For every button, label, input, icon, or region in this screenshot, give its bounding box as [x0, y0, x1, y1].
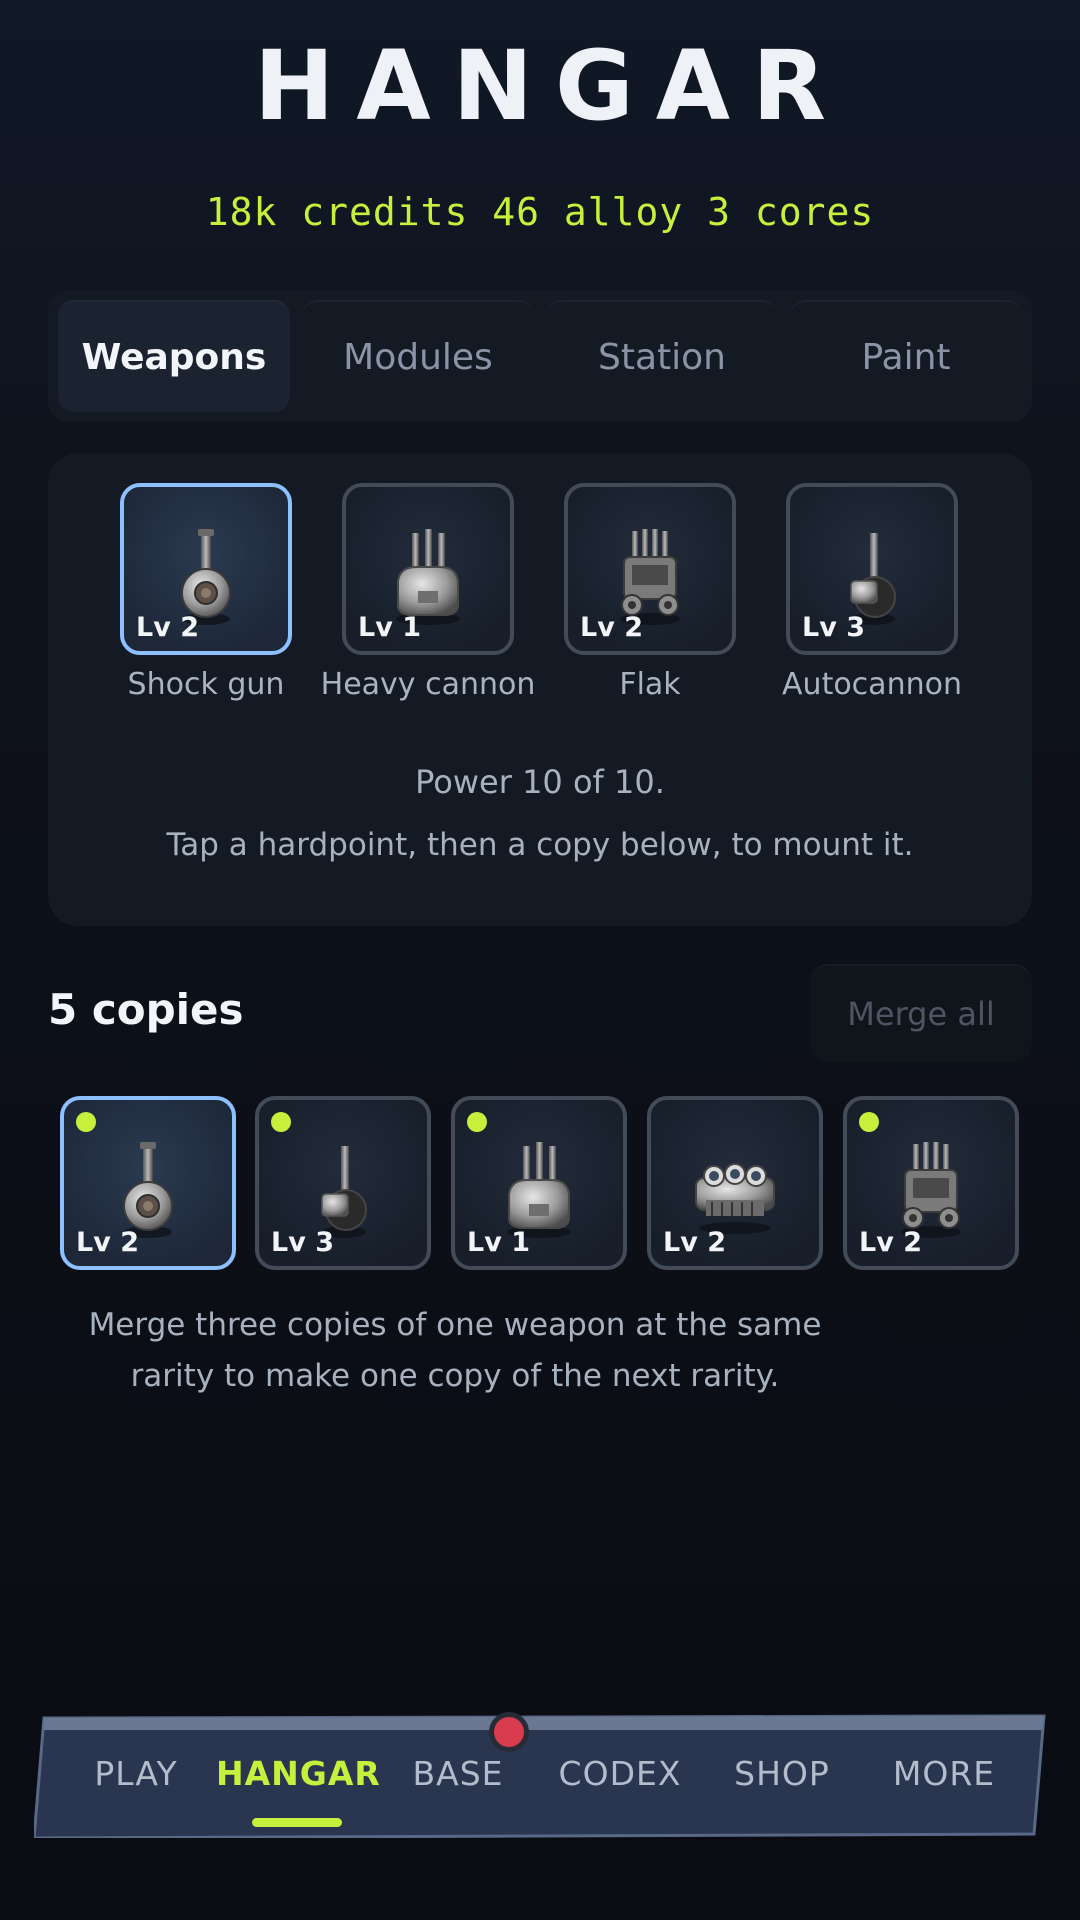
level-label: Lv 1 — [467, 1227, 530, 1258]
notification-badge — [489, 1712, 529, 1752]
mount-hint: Tap a hardpoint, then a copy below, to m… — [166, 827, 914, 863]
indicator-dot — [76, 1112, 96, 1132]
copy-card-heavy-cannon[interactable]: Lv 1 — [451, 1096, 627, 1270]
tab-weapons[interactable]: Weapons — [58, 300, 290, 412]
hardpoint-slot-shock-gun[interactable]: Lv 2 — [120, 483, 292, 655]
loadout-panel: Lv 2 Shock gun Lv 1 Heavy cannon Lv 2 Fl… — [48, 453, 1032, 926]
level-label: Lv 2 — [663, 1227, 726, 1258]
nav-base[interactable]: BASE — [378, 1754, 538, 1793]
page-title: HANGAR — [254, 30, 848, 142]
hardpoint-slot-autocannon[interactable]: Lv 3 — [786, 483, 958, 655]
nav-active-indicator — [252, 1818, 342, 1827]
indicator-dot — [271, 1112, 291, 1132]
autocannon-icon — [321, 1146, 367, 1238]
hardpoint-name: Flak — [619, 667, 681, 702]
power-status: Power 10 of 10. — [415, 763, 665, 801]
hardpoint-slot-flak[interactable]: Lv 2 — [564, 483, 736, 655]
level-label: Lv 2 — [136, 612, 199, 643]
copy-card-autocannon[interactable]: Lv 3 — [255, 1096, 431, 1270]
nav-shop[interactable]: SHOP — [702, 1754, 862, 1793]
shock-gun-icon — [123, 1142, 173, 1238]
tab-station[interactable]: Station — [546, 300, 778, 412]
tab-paint[interactable]: Paint — [790, 300, 1022, 412]
level-label: Lv 2 — [580, 612, 643, 643]
copies-count: 5 copies — [48, 985, 244, 1034]
nav-more[interactable]: MORE — [864, 1754, 1024, 1793]
nav-codex[interactable]: CODEX — [540, 1754, 700, 1793]
merge-info-text: Merge three copies of one weapon at the … — [88, 1307, 822, 1394]
indicator-dot — [859, 1112, 879, 1132]
copy-card-shock-gun[interactable]: Lv 2 — [60, 1096, 236, 1270]
missile-pod-icon — [695, 1163, 775, 1234]
bottom-nav: PLAY HANGAR BASE CODEX SHOP MORE — [34, 1712, 1046, 1838]
level-label: Lv 2 — [76, 1227, 139, 1258]
flak-icon — [901, 1142, 961, 1238]
level-label: Lv 3 — [802, 612, 865, 643]
resource-counter: 18k credits 46 alloy 3 cores — [205, 190, 875, 234]
nav-hangar[interactable]: HANGAR — [216, 1754, 380, 1793]
level-label: Lv 1 — [358, 612, 421, 643]
hardpoint-name: Shock gun — [127, 667, 285, 702]
copy-card-flak[interactable]: Lv 2 — [843, 1096, 1019, 1270]
hardpoint-name: Autocannon — [782, 667, 962, 702]
level-label: Lv 3 — [271, 1227, 334, 1258]
level-label: Lv 2 — [859, 1227, 922, 1258]
nav-play[interactable]: PLAY — [56, 1754, 216, 1793]
copy-card-missile-pod[interactable]: Lv 2 — [647, 1096, 823, 1270]
indicator-dot — [467, 1112, 487, 1132]
hardpoint-slot-heavy-cannon[interactable]: Lv 1 — [342, 483, 514, 655]
tab-modules[interactable]: Modules — [302, 300, 534, 412]
merge-all-button[interactable]: Merge all — [810, 964, 1032, 1062]
category-tabs: Weapons Modules Station Paint — [48, 290, 1032, 422]
heavy-cannon-icon — [507, 1142, 571, 1238]
hardpoint-name: Heavy cannon — [320, 667, 536, 702]
